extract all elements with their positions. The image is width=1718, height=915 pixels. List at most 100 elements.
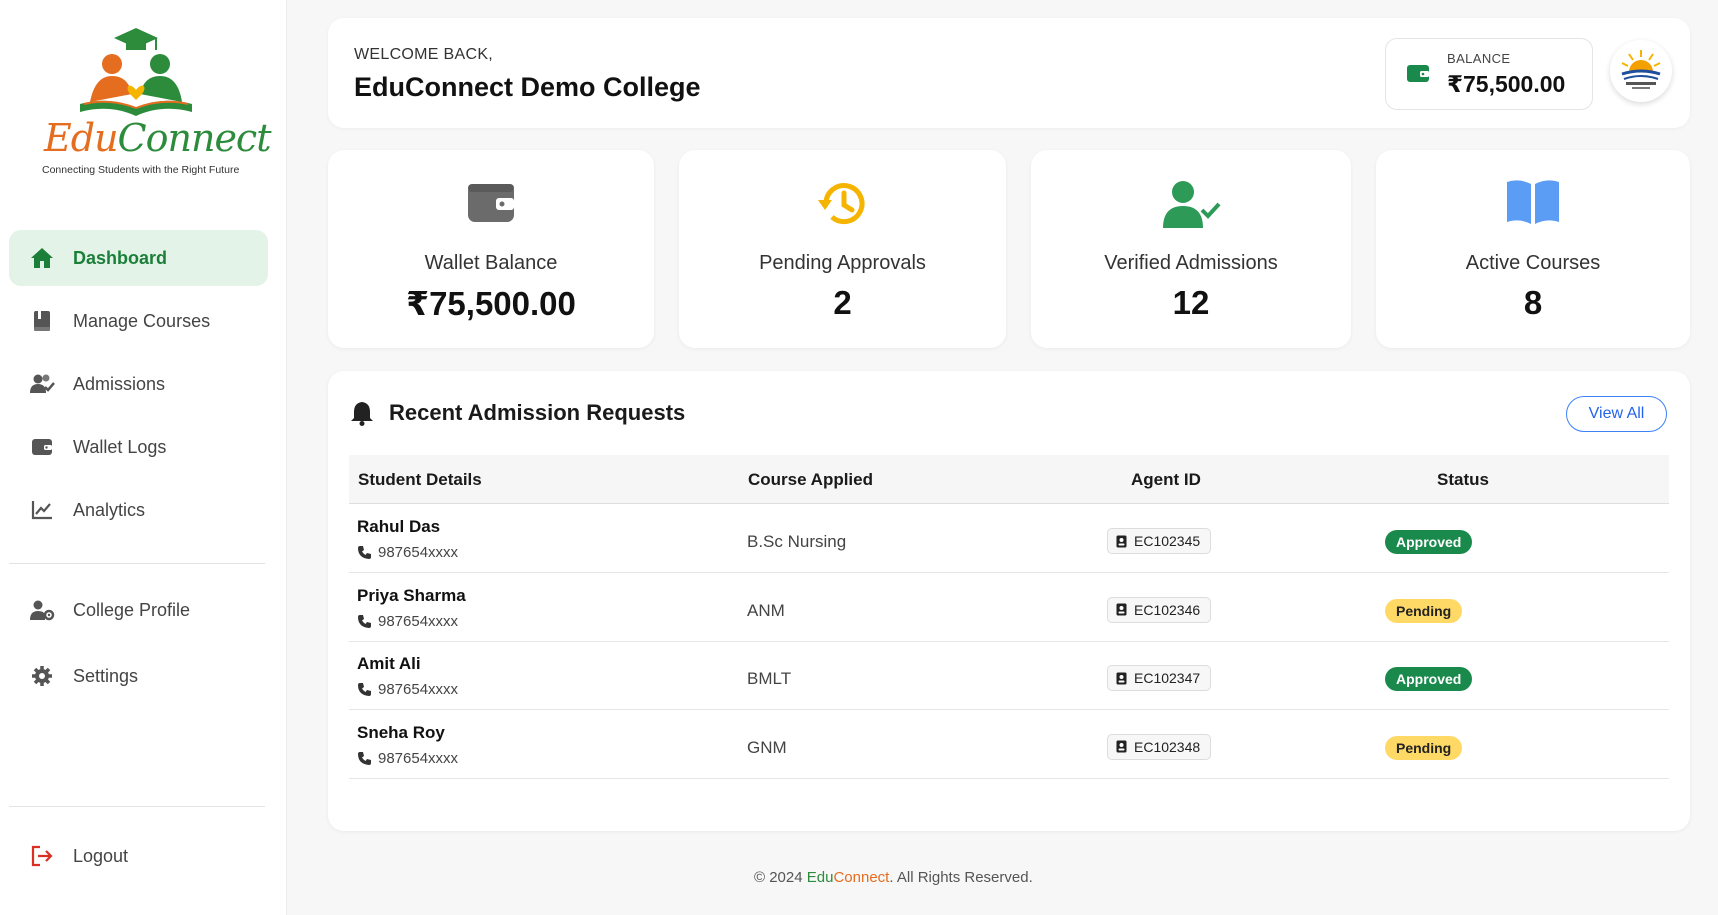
phone-icon	[357, 751, 378, 766]
course-applied: GNM	[747, 737, 787, 757]
sidebar-item-label: College Profile	[73, 599, 191, 620]
stat-label: Pending Approvals	[759, 252, 926, 274]
sidebar-item-manage-courses[interactable]: Manage Courses	[9, 293, 268, 349]
header: WELCOME BACK, EduConnect Demo College BA…	[328, 18, 1690, 128]
logo-wordmark: EduConnect	[44, 116, 271, 160]
column-header: Course Applied	[748, 470, 873, 489]
logo-graphic-icon	[80, 28, 192, 116]
id-card-icon	[1116, 740, 1134, 753]
sidebar-item-admissions[interactable]: Admissions	[9, 356, 268, 412]
stat-value: 8	[1523, 284, 1543, 321]
user-check-icon	[1031, 178, 1351, 230]
table-row[interactable]: Sneha Roy 987654xxxx GNM EC102348 Pending	[349, 711, 1669, 779]
id-card-icon	[1116, 672, 1134, 685]
table-row[interactable]: Amit Ali 987654xxxx BMLT EC102347 Approved	[349, 642, 1669, 710]
book-icon	[29, 308, 55, 334]
wallet-icon	[328, 178, 654, 230]
sidebar-secondary-nav: College Profile Settings	[9, 582, 268, 711]
phone-icon	[357, 545, 378, 560]
sidebar-item-settings[interactable]: Settings	[9, 648, 268, 704]
sidebar-item-label: Wallet Logs	[73, 436, 167, 457]
phone-icon	[357, 614, 378, 629]
status-badge: Pending	[1385, 735, 1463, 760]
sidebar-divider	[9, 806, 265, 807]
id-card-icon	[1116, 603, 1134, 616]
balance-label: BALANCE	[1447, 51, 1511, 66]
stat-card-verified-admissions[interactable]: Verified Admissions 12	[1031, 150, 1351, 348]
stat-card-wallet-balance[interactable]: Wallet Balance ₹75,500.00	[328, 150, 654, 348]
wallet-icon	[1406, 62, 1430, 89]
stat-card-active-courses[interactable]: Active Courses 8	[1376, 150, 1690, 348]
sidebar-item-label: Manage Courses	[73, 310, 211, 331]
status-badge: Approved	[1385, 530, 1473, 554]
column-header: Agent ID	[1131, 470, 1201, 489]
gear-icon	[29, 663, 55, 689]
chart-line-icon	[29, 497, 55, 523]
section-title: Recent Admission Requests	[389, 400, 686, 425]
stat-label: Wallet Balance	[424, 252, 558, 274]
sidebar-item-label: Dashboard	[73, 247, 168, 268]
course-applied: BMLT	[747, 669, 792, 688]
agent-id-chip: EC102345	[1107, 528, 1212, 554]
status-badge: Approved	[1385, 667, 1473, 691]
sidebar: EduConnect Connecting Students with the …	[0, 0, 287, 915]
brand-logo[interactable]: EduConnect Connecting Students with the …	[40, 24, 271, 184]
sidebar-item-wallet-logs[interactable]: Wallet Logs	[9, 419, 268, 475]
balance-value: ₹75,500.00	[1447, 71, 1566, 97]
avatar[interactable]	[1610, 40, 1672, 102]
logout-icon	[29, 843, 55, 869]
users-check-icon	[29, 371, 55, 397]
balance-widget[interactable]: BALANCE ₹75,500.00	[1385, 38, 1593, 110]
welcome-text: WELCOME BACK,	[354, 46, 494, 63]
table-row[interactable]: Rahul Das 987654xxxx B.Sc Nursing EC102345 A…	[349, 505, 1669, 573]
sidebar-nav: Dashboard Manage Courses Admissions Wall…	[9, 230, 268, 545]
footer: © 2024 EduConnect. All Rights Reserved.	[754, 869, 1033, 886]
logout-button[interactable]: Logout	[9, 828, 268, 884]
student-name: Amit Ali	[357, 654, 421, 673]
sidebar-item-analytics[interactable]: Analytics	[9, 482, 268, 538]
student-phone: 987654xxxx	[357, 544, 458, 561]
course-applied: B.Sc Nursing	[747, 532, 847, 551]
bell-icon	[350, 400, 374, 431]
history-icon	[679, 178, 1006, 230]
phone-icon	[357, 682, 378, 697]
table-header: Student Details Course Applied Agent ID …	[349, 455, 1669, 504]
college-logo-icon	[1610, 40, 1672, 102]
stat-card-pending-approvals[interactable]: Pending Approvals 2	[679, 150, 1006, 348]
student-phone: 987654xxxx	[357, 613, 458, 630]
stat-label: Verified Admissions	[1104, 252, 1278, 274]
home-icon	[29, 245, 55, 271]
view-all-button[interactable]: View All	[1566, 396, 1667, 432]
column-header: Status	[1437, 470, 1489, 489]
column-header: Student Details	[358, 470, 482, 489]
agent-id-chip: EC102347	[1107, 665, 1212, 691]
user-gear-icon	[29, 597, 55, 623]
stat-value: 12	[1172, 284, 1210, 321]
sidebar-item-label: Settings	[73, 665, 139, 686]
logout-label: Logout	[73, 845, 129, 866]
student-name: Rahul Das	[357, 517, 441, 536]
student-phone: 987654xxxx	[357, 681, 458, 698]
sidebar-item-label: Admissions	[73, 373, 166, 394]
stat-value: ₹75,500.00	[406, 285, 576, 322]
college-name: EduConnect Demo College	[354, 72, 701, 102]
sidebar-item-college-profile[interactable]: College Profile	[9, 582, 268, 638]
stat-value: 2	[833, 284, 852, 321]
id-card-icon	[1116, 535, 1134, 548]
table-row[interactable]: Priya Sharma 987654xxxx ANM EC102346 Pending	[349, 574, 1669, 642]
sidebar-logout-area: Logout	[9, 828, 268, 891]
student-name: Priya Sharma	[357, 585, 466, 605]
open-book-icon	[1376, 178, 1690, 230]
course-applied: ANM	[747, 600, 785, 620]
logo-tagline: Connecting Students with the Right Futur…	[42, 164, 240, 176]
status-badge: Pending	[1385, 598, 1463, 623]
sidebar-item-dashboard[interactable]: Dashboard	[9, 230, 268, 286]
recent-requests-card: Recent Admission Requests View All Stude…	[328, 371, 1690, 831]
sidebar-item-label: Analytics	[73, 499, 146, 520]
wallet-icon	[29, 434, 55, 460]
agent-id-chip: EC102348	[1107, 733, 1212, 760]
sidebar-divider	[9, 563, 265, 564]
student-name: Sneha Roy	[357, 722, 445, 742]
stat-label: Active Courses	[1465, 252, 1601, 274]
student-phone: 987654xxxx	[357, 750, 458, 767]
